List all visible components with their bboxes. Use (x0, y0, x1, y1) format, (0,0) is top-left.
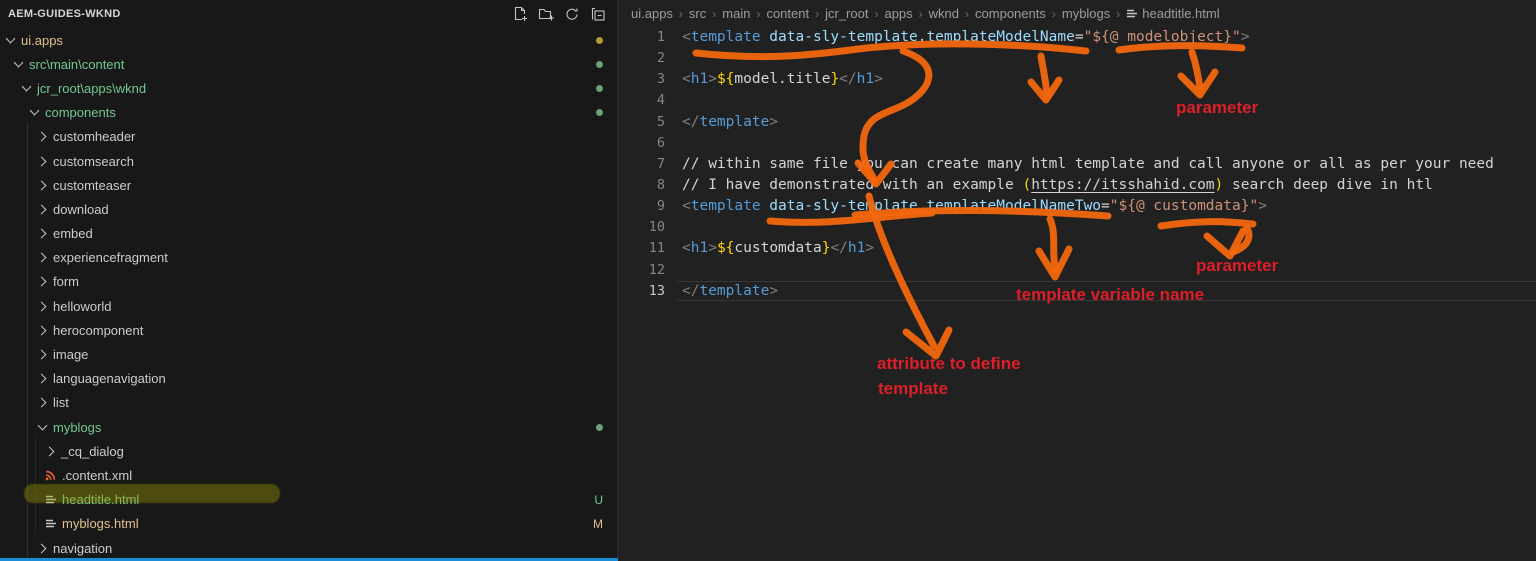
chevron-right-icon (36, 227, 49, 240)
tree-item-jcr-root-apps-wknd[interactable]: jcr_root\apps\wknd (0, 76, 617, 100)
code-line[interactable]: 3 <h1>${model.title}</h1> (619, 69, 1536, 90)
tree-item-navigation[interactable]: navigation (0, 536, 617, 560)
chevron-right-icon (36, 155, 49, 168)
git-untracked-badge: U (594, 492, 603, 507)
tree-item-myblogs-html[interactable]: myblogs.html M (0, 512, 617, 536)
tree-item-herocomponent[interactable]: herocomponent (0, 318, 617, 342)
chevron-separator-icon: › (965, 6, 970, 21)
chevron-right-icon (36, 251, 49, 264)
git-status-dot (596, 423, 603, 431)
code-line[interactable]: 9 <template data-sly-template.templateMod… (619, 196, 1536, 217)
project-title: AEM-GUIDES-WKND (8, 8, 121, 20)
explorer-header: AEM-GUIDES-WKND (0, 0, 617, 28)
code-line[interactable]: 10 (619, 217, 1536, 238)
code-line[interactable]: 7// within same file you can create many… (619, 154, 1536, 175)
tree-item-headtitle-html[interactable]: headtitle.html U (0, 488, 617, 512)
chevron-right-icon (36, 396, 49, 409)
hyperlink[interactable]: https://itsshahid.com (1031, 177, 1214, 193)
git-status-dot (596, 36, 603, 44)
chevron-down-icon (12, 58, 25, 71)
chevron-separator-icon: › (918, 6, 923, 21)
tree-item-form[interactable]: form (0, 270, 617, 294)
breadcrumb-item[interactable]: src (689, 6, 706, 21)
chevron-down-icon (20, 82, 33, 95)
chevron-down-icon (36, 421, 49, 434)
tree-item-list[interactable]: list (0, 391, 617, 415)
chevron-separator-icon: › (874, 6, 879, 21)
file-tree: ui.apps src\main\content jcr_root\apps\w… (0, 28, 617, 560)
explorer-sidebar: AEM-GUIDES-WKND ui.apps src\main\content… (0, 0, 618, 561)
chevron-right-icon (44, 445, 57, 458)
breadcrumb-item[interactable]: main (722, 6, 750, 21)
chevron-separator-icon: › (678, 6, 683, 21)
tree-item-components[interactable]: components (0, 101, 617, 125)
breadcrumb-item[interactable]: jcr_root (825, 6, 868, 21)
explorer-actions (511, 5, 607, 23)
code-line[interactable]: 2 (619, 48, 1536, 69)
collapse-all-icon[interactable] (589, 5, 607, 23)
chevron-separator-icon: › (756, 6, 761, 21)
chevron-right-icon (36, 130, 49, 143)
tree-item-content-xml[interactable]: .content.xml (0, 463, 617, 487)
code-area: 1 <template data-sly-template.templateMod… (619, 27, 1536, 302)
breadcrumb-item[interactable]: components (975, 6, 1046, 21)
tree-item-cq-dialog[interactable]: _cq_dialog (0, 439, 617, 463)
code-line[interactable]: 6 (619, 133, 1536, 154)
code-line[interactable]: 12 (619, 260, 1536, 281)
chevron-right-icon (36, 542, 49, 555)
html-file-icon (44, 517, 58, 530)
code-line[interactable]: 4 (619, 90, 1536, 111)
html-file-icon (44, 493, 58, 506)
chevron-right-icon (36, 348, 49, 361)
chevron-separator-icon: › (815, 6, 820, 21)
tree-item-myblogs[interactable]: myblogs (0, 415, 617, 439)
code-line[interactable]: 8// I have demonstrated with an example … (619, 175, 1536, 196)
chevron-right-icon (36, 179, 49, 192)
chevron-right-icon (36, 300, 49, 313)
tree-item-customteaser[interactable]: customteaser (0, 173, 617, 197)
git-modified-badge: M (593, 516, 603, 531)
code-line[interactable]: 5 </template> (619, 112, 1536, 133)
git-status-dot (596, 60, 603, 68)
new-folder-icon[interactable] (537, 5, 555, 23)
chevron-separator-icon: › (1116, 6, 1121, 21)
code-line[interactable]: 1 <template data-sly-template.templateMod… (619, 27, 1536, 48)
tree-item-embed[interactable]: embed (0, 222, 617, 246)
chevron-right-icon (36, 275, 49, 288)
breadcrumb-item[interactable]: content (766, 6, 809, 21)
tree-item-languagenavigation[interactable]: languagenavigation (0, 367, 617, 391)
git-status-dot (596, 109, 603, 117)
tree-item-src-main-content[interactable]: src\main\content (0, 52, 617, 76)
refresh-icon[interactable] (563, 5, 581, 23)
breadcrumb-item-file[interactable]: headtitle.html (1142, 6, 1219, 21)
breadcrumb: ui.apps › src › main › content › jcr_root › a… (619, 0, 1536, 27)
tree-item-experiencefragment[interactable]: experiencefragment (0, 246, 617, 270)
tree-item-helloworld[interactable]: helloworld (0, 294, 617, 318)
breadcrumb-item[interactable]: myblogs (1062, 6, 1110, 21)
chevron-down-icon (4, 34, 17, 47)
chevron-right-icon (36, 324, 49, 337)
code-line[interactable]: 11 <h1>${customdata}</h1> (619, 238, 1536, 259)
breadcrumb-item[interactable]: apps (884, 6, 912, 21)
chevron-separator-icon: › (712, 6, 717, 21)
chevron-down-icon (28, 106, 41, 119)
code-editor: ui.apps › src › main › content › jcr_root › a… (619, 0, 1536, 561)
tree-item-image[interactable]: image (0, 342, 617, 366)
html-file-icon (1126, 8, 1138, 20)
code-line[interactable]: 13 </template> (619, 281, 1536, 302)
chevron-right-icon (36, 372, 49, 385)
xml-file-icon (44, 469, 58, 482)
breadcrumb-item[interactable]: ui.apps (631, 6, 673, 21)
new-file-icon[interactable] (511, 5, 529, 23)
breadcrumb-item[interactable]: wknd (929, 6, 959, 21)
chevron-right-icon (36, 203, 49, 216)
git-status-dot (596, 84, 603, 92)
tree-item-customheader[interactable]: customheader (0, 125, 617, 149)
tree-item-download[interactable]: download (0, 197, 617, 221)
tree-item-ui-apps[interactable]: ui.apps (0, 28, 617, 52)
chevron-separator-icon: › (1051, 6, 1056, 21)
tree-item-customsearch[interactable]: customsearch (0, 149, 617, 173)
